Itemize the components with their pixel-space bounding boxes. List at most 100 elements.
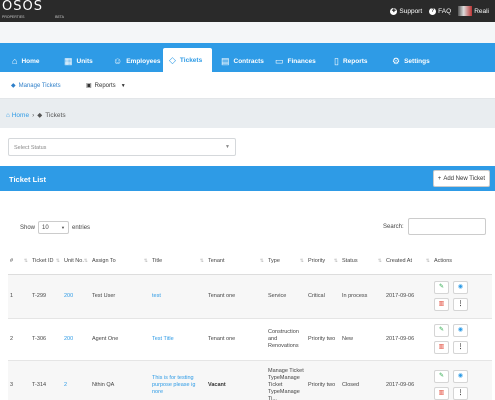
edit-button[interactable]: ✎: [434, 324, 449, 337]
nav-label: Contracts: [233, 57, 264, 65]
sort-icon: ⇅: [259, 258, 264, 264]
nav-label: Employees: [126, 57, 161, 65]
cell-num: 1: [8, 274, 30, 319]
more-button[interactable]: ⋮: [453, 387, 468, 400]
cell-title-link[interactable]: This is for testing purpose please ig no…: [150, 360, 206, 400]
cell-title-link[interactable]: test: [150, 274, 206, 319]
logo[interactable]: OSOS PROPERTIES BETA: [2, 0, 64, 20]
delete-button[interactable]: ▥: [434, 387, 449, 400]
cell-num: 3: [8, 360, 30, 400]
column-header[interactable]: # ⇅: [8, 248, 30, 275]
user-menu[interactable]: Reali: [458, 6, 489, 16]
faq-link[interactable]: ? FAQ: [429, 7, 452, 15]
column-label: Ticket ID: [32, 257, 54, 264]
column-label: #: [10, 257, 14, 264]
table-row: 2 T-306 200 Agent One Test Title Tenant …: [8, 318, 492, 361]
more-vertical-icon: ⋮: [457, 301, 464, 307]
sort-icon: ⇅: [55, 258, 60, 264]
clipboard-icon: ▤: [221, 55, 230, 66]
column-header[interactable]: Ticket ID ⇅: [30, 248, 62, 275]
cell-status: New: [340, 318, 384, 361]
nav-item-tickets[interactable]: ◇ Tickets: [163, 48, 212, 72]
top-bar: OSOS PROPERTIES BETA ✚ Support ? FAQ Rea…: [0, 0, 495, 22]
nav-label: Settings: [404, 57, 430, 65]
column-header[interactable]: Status ⇅: [340, 248, 384, 275]
money-icon: ▭: [275, 55, 284, 66]
column-label: Title: [152, 257, 163, 264]
nav-item-reports[interactable]: ▯ Reports: [328, 50, 374, 72]
trash-icon: ▥: [438, 301, 445, 307]
cell-unit-link[interactable]: 200: [62, 274, 90, 319]
column-label: Priority: [308, 257, 326, 264]
status-select[interactable]: Select Status ▼: [8, 138, 236, 156]
column-label: Actions: [434, 257, 453, 264]
view-button[interactable]: ◉: [453, 370, 468, 383]
beta-label: BETA: [55, 15, 64, 19]
cell-ticket-id: T-306: [30, 318, 62, 361]
column-header[interactable]: Unit No. ⇅: [62, 248, 90, 275]
delete-button[interactable]: ▥: [434, 341, 449, 354]
ticket-list-title: Ticket List: [9, 175, 46, 184]
column-header[interactable]: Type ⇅: [266, 248, 306, 275]
column-header[interactable]: Priority ⇅: [306, 248, 340, 275]
view-button[interactable]: ◉: [453, 281, 468, 294]
more-button[interactable]: ⋮: [453, 298, 468, 311]
edit-icon: ✎: [438, 284, 445, 290]
users-icon: ☺: [113, 56, 123, 66]
cell-ticket-id: T-314: [30, 360, 62, 400]
tag-icon: ◆: [11, 83, 16, 89]
cell-priority: Priority two: [306, 318, 340, 361]
column-label: Assign To: [92, 257, 116, 264]
entries-select[interactable]: 10 ▼: [38, 221, 70, 234]
table-header-row: # ⇅ Ticket ID ⇅ Unit No. ⇅ Assign To ⇅ Title…: [8, 248, 492, 275]
column-label: Tenant: [208, 257, 225, 264]
logo-subtitle: PROPERTIES BETA: [2, 15, 64, 19]
nav-item-finances[interactable]: ▭ Finances: [269, 50, 322, 72]
nav-item-employees[interactable]: ☺ Employees: [107, 50, 167, 72]
building-icon: ▦: [64, 55, 73, 66]
nav-item-units[interactable]: ▦ Units: [58, 50, 99, 72]
cell-status: Closed: [340, 360, 384, 400]
filter-panel: Select Status ▼: [0, 128, 495, 168]
printer-icon: ▣: [86, 83, 92, 89]
nav-item-home[interactable]: ⌂ Home: [6, 50, 46, 72]
cell-unit-link[interactable]: 2: [62, 360, 90, 400]
sort-icon: ⇅: [23, 258, 28, 264]
column-header[interactable]: Title ⇅: [150, 248, 206, 275]
column-label: Unit No.: [64, 257, 84, 264]
avatar: [458, 6, 473, 16]
cell-unit-link[interactable]: 200: [62, 318, 90, 361]
cell-actions: ✎ ◉ ▥ ⋮: [432, 360, 492, 400]
nav-item-contracts[interactable]: ▤ Contracts: [215, 50, 270, 72]
delete-button[interactable]: ▥: [434, 298, 449, 311]
edit-button[interactable]: ✎: [434, 370, 449, 383]
column-header[interactable]: Assign To ⇅: [90, 248, 150, 275]
sort-icon: ⇅: [199, 258, 204, 264]
reports-dropdown[interactable]: ▣ Reports ▼: [86, 82, 126, 90]
cell-actions: ✎ ◉ ▥ ⋮: [432, 318, 492, 361]
more-button[interactable]: ⋮: [453, 341, 468, 354]
search-input[interactable]: [407, 218, 486, 235]
breadcrumb-home[interactable]: ⌂ Home: [6, 112, 29, 119]
manage-tickets-link[interactable]: ◆ Manage Tickets: [11, 82, 61, 90]
sub-nav: ◆ Manage Tickets ▣ Reports ▼: [0, 72, 495, 99]
sort-icon: ⇅: [299, 258, 304, 264]
nav-label: Home: [21, 57, 40, 65]
cell-title-link[interactable]: Test Title: [150, 318, 206, 361]
column-header[interactable]: Created At ⇅: [384, 248, 432, 275]
edit-button[interactable]: ✎: [434, 281, 449, 294]
cell-type: Construction and Renovations: [266, 318, 306, 361]
faq-label: FAQ: [438, 7, 452, 15]
view-button[interactable]: ◉: [453, 324, 468, 337]
trash-icon: ▥: [438, 344, 445, 350]
nav-item-settings[interactable]: ⚙ Settings: [386, 50, 436, 72]
table-row: 1 T-299 200 Test User test Tenant one Se…: [8, 274, 492, 319]
breadcrumb-home-label: Home: [11, 111, 30, 119]
support-link[interactable]: ✚ Support: [390, 7, 422, 15]
chevron-down-icon: ▼: [225, 144, 230, 150]
add-ticket-button[interactable]: + Add New Ticket: [432, 170, 490, 187]
cell-actions: ✎ ◉ ▥ ⋮: [432, 274, 492, 319]
column-header[interactable]: Tenant ⇅: [206, 248, 266, 275]
column-label: Created At: [386, 257, 412, 264]
document-icon: ▯: [334, 55, 339, 66]
